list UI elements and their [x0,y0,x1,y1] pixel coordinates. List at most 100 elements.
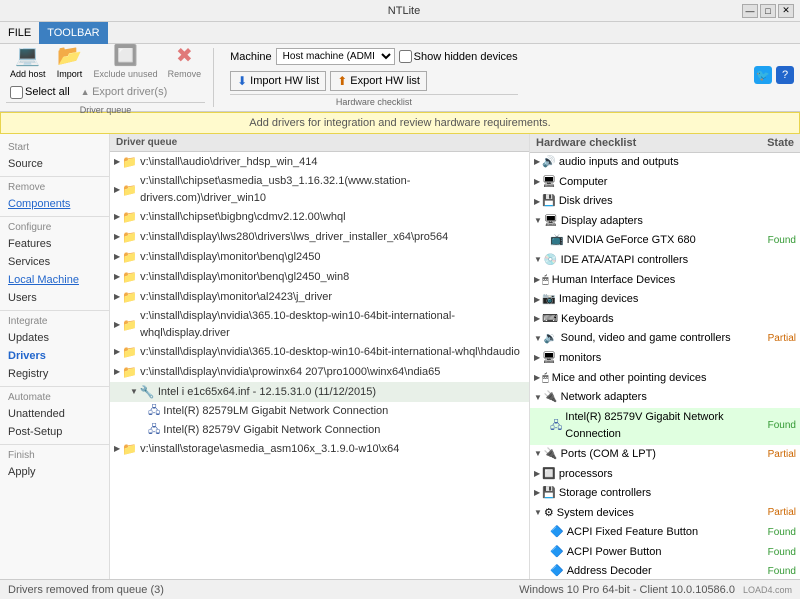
expand-arrow: ▶ [534,274,540,287]
sidebar-item-source[interactable]: Source [0,155,109,173]
list-item[interactable]: ▼ 🔌 Ports (COM & LPT) Partial [530,445,800,465]
storage-icon: 💾 [542,485,556,503]
ide-icon: 💿 [544,252,558,270]
list-item[interactable]: 🔷 ACPI Power Button Found [530,543,800,563]
folder-icon: 📁 [122,153,137,171]
twitter-icon[interactable]: 🐦 [754,66,772,84]
list-item[interactable]: ▶ 📁 v:\install\storage\asmedia_asm106x_3… [110,439,529,459]
list-item[interactable]: 🖧 Intel(R) 82579V Gigabit Network Connec… [110,421,529,440]
list-item[interactable]: ▶ 📁 v:\install\chipset\bigbng\cdmv2.12.0… [110,207,529,227]
list-item[interactable]: ▶ 📁 v:\install\display\monitor\benq\gl24… [110,247,529,267]
list-item[interactable]: ▶ 📁 v:\install\display\nvidia\365.10-des… [110,307,529,342]
sidebar-item-components[interactable]: Components [0,195,109,213]
statusbar: Drivers removed from queue (3) Windows 1… [0,579,800,599]
hw-list[interactable]: ▶ 🔊 audio inputs and outputs ▶ 🖥 Compute… [530,153,800,579]
list-item[interactable]: ▶ 📁 v:\install\display\monitor\benq\gl24… [110,267,529,287]
sidebar-item-unattended[interactable]: Unattended [0,405,109,423]
list-item[interactable]: ▶ 🔲 processors [530,465,800,485]
list-item[interactable]: 🔷 Address Decoder Found [530,562,800,579]
expand-arrow: ▶ [534,176,540,189]
list-item[interactable]: ▼ 💿 IDE ATA/ATAPI controllers [530,251,800,271]
hardware-checklist-label: Hardware checklist [230,94,518,107]
list-item[interactable]: ▶ 📁 v:\install\chipset\asmedia_usb3_1.16… [110,172,529,207]
list-item[interactable]: ▶ 💾 Storage controllers [530,484,800,504]
expand-arrow: ▶ [534,294,540,307]
sidebar-finish-label: Finish [0,448,109,463]
list-item[interactable]: ▶ 📁 v:\install\display\nvidia\prowinx64 … [110,362,529,382]
list-item[interactable]: ▶ 🔊 audio inputs and outputs [530,153,800,173]
list-item[interactable]: ▼ 🔧 Intel i e1c65x64.inf - 12.15.31.0 (1… [110,382,529,402]
machine-select[interactable]: Host machine (ADMI [276,48,395,65]
add-host-button[interactable]: 💻 Add host [6,40,50,83]
import-label: Import [57,69,83,80]
network-icon: 🖧 [148,422,160,439]
sidebar-item-local-machine[interactable]: Local Machine [0,271,109,289]
info-bar: Add drivers for integration and review h… [0,112,800,134]
import-button[interactable]: 📂 Import [52,40,88,83]
remove-button[interactable]: ✖ Remove [164,40,206,83]
list-item[interactable]: ▼ 🖥 Display adapters [530,212,800,232]
status-text: Drivers removed from queue (3) [8,584,164,596]
device-icon: 📺 [550,232,564,250]
sidebar-item-apply[interactable]: Apply [0,463,109,481]
expand-arrow: ▶ [114,231,120,243]
driver-queue-label: Driver queue [6,102,205,115]
hw-state-col-header: State [739,137,794,149]
monitor-icon: 🖥 [542,350,556,368]
folder-icon: 📁 [122,343,137,361]
expand-arrow: ▼ [534,215,542,228]
import-hw-button[interactable]: ⬇ Import HW list [230,71,326,91]
sidebar-item-drivers[interactable]: Drivers [0,347,109,365]
list-item[interactable]: 📺 NVIDIA GeForce GTX 680 Found [530,231,800,251]
list-item[interactable]: 🖧 Intel(R) 82579LM Gigabit Network Conne… [110,402,529,421]
expand-arrow: ▶ [534,372,540,385]
minimize-button[interactable]: — [742,4,758,18]
list-item[interactable]: 🔷 ACPI Fixed Feature Button Found [530,523,800,543]
select-all-checkbox[interactable] [10,86,23,99]
folder-icon: 📁 [122,288,137,306]
load-logo: LOAD4.com [743,585,792,595]
export-hw-button[interactable]: ⬆ Export HW list [330,71,427,91]
sidebar-item-users[interactable]: Users [0,289,109,307]
expand-arrow: ▶ [114,211,120,223]
expand-arrow: ▶ [114,291,120,303]
maximize-button[interactable]: □ [760,4,776,18]
driver-list[interactable]: ▶ 📁 v:\install\audio\driver_hdsp_win_414… [110,152,529,579]
list-item[interactable]: ▶ 💾 Disk drives [530,192,800,212]
sidebar-item-features[interactable]: Features [0,235,109,253]
sidebar-item-registry[interactable]: Registry [0,365,109,383]
list-item[interactable]: ▶ 🖱 Human Interface Devices [530,271,800,291]
titlebar: NTLite — □ ✕ [0,0,800,22]
list-item[interactable]: ▶ 🖥 Computer [530,173,800,193]
close-button[interactable]: ✕ [778,4,794,18]
expand-arrow: ▶ [114,443,120,455]
list-item[interactable]: ▶ 🖱 Mice and other pointing devices [530,369,800,389]
list-item[interactable]: ▼ ⚙ System devices Partial [530,504,800,524]
list-item[interactable]: ▼ 🔉 Sound, video and game controllers Pa… [530,329,800,349]
social-icons: 🐦 ? [754,66,794,84]
list-item[interactable]: ▶ 📁 v:\install\display\nvidia\365.10-des… [110,342,529,362]
list-item[interactable]: ▼ 🔌 Network adapters [530,388,800,408]
imaging-icon: 📷 [542,291,556,309]
sidebar-item-services[interactable]: Services [0,253,109,271]
exclude-label: Exclude unused [94,69,158,80]
expand-arrow: ▼ [534,448,542,461]
list-item[interactable]: ▶ 📁 v:\install\display\monitor\al2423\j_… [110,287,529,307]
expand-arrow: ▶ [534,468,540,481]
list-item[interactable]: 🖧 Intel(R) 82579V Gigabit Network Connec… [530,408,800,445]
sidebar-item-updates[interactable]: Updates [0,329,109,347]
list-item[interactable]: ▶ 📁 v:\install\display\lws280\drivers\lw… [110,227,529,247]
list-item[interactable]: ▶ ⌨ Keyboards [530,310,800,330]
expand-arrow: ▶ [114,251,120,263]
list-item[interactable]: ▶ 📁 v:\install\audio\driver_hdsp_win_414 [110,152,529,172]
folder-icon: 📁 [122,208,137,226]
expand-arrow: ▼ [130,386,138,398]
list-item[interactable]: ▶ 🖥 monitors [530,349,800,369]
exclude-unused-button[interactable]: 🔲 Exclude unused [90,40,162,83]
sidebar-automate-label: Automate [0,390,109,405]
list-item[interactable]: ▶ 📷 Imaging devices [530,290,800,310]
show-hidden-checkbox[interactable] [399,50,412,63]
expand-arrow: ▼ [534,254,542,267]
sidebar-item-post-setup[interactable]: Post-Setup [0,423,109,441]
help-icon[interactable]: ? [776,66,794,84]
